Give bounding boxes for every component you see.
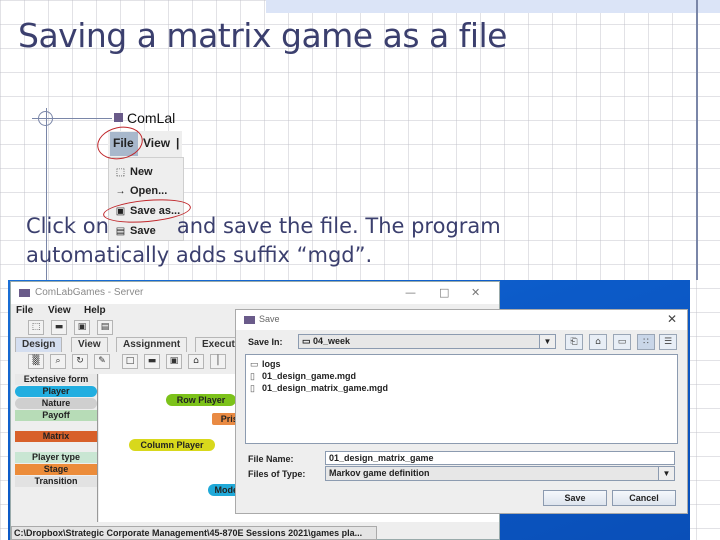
cancel-button[interactable]: Cancel	[612, 490, 676, 506]
details-view-icon[interactable]: ☰	[659, 334, 677, 350]
folder-icon: ▭	[302, 336, 314, 346]
close-button[interactable]: ✕	[471, 286, 480, 299]
status-bar-path: C:\Dropbox\Strategic Corporate Managemen…	[11, 526, 377, 540]
save-in-label: Save In:	[248, 337, 283, 347]
tab-design[interactable]: Design	[15, 337, 63, 352]
file-type-value: Markov game definition	[329, 468, 430, 478]
chevron-down-icon[interactable]: ▼	[539, 335, 555, 348]
save-icon[interactable]: ▤	[97, 320, 113, 335]
home-icon[interactable]: ⌂	[589, 334, 607, 350]
app-icon	[19, 289, 30, 297]
main-toolbar: ⬚ ▬ ▣ ▤	[11, 320, 131, 337]
list-view-icon[interactable]: ∷	[637, 334, 655, 350]
new-file-icon: ⬚	[115, 167, 126, 178]
chevron-down-icon[interactable]: ▼	[658, 467, 674, 480]
link-icon[interactable]: ▬	[144, 354, 160, 369]
slide-decoration-circle	[38, 111, 53, 126]
menu-item-label: New	[130, 166, 153, 178]
main-window-titlebar[interactable]: ComLabGames - Server — □ ✕	[11, 282, 499, 304]
menu-more[interactable]: |	[176, 136, 179, 150]
tab-assignment[interactable]: Assignment	[116, 337, 188, 352]
file-name-input[interactable]: 01_design_matrix_game	[325, 451, 675, 465]
menu-view[interactable]: View	[143, 136, 170, 150]
menu-view[interactable]: View	[48, 305, 71, 316]
slide-divider-line	[696, 0, 698, 280]
zoom-icon[interactable]: ⌕	[50, 354, 66, 369]
file-icon: ▯	[250, 371, 255, 381]
file-list-item[interactable]: ▭ logs	[250, 359, 281, 370]
body-text-part: automatically adds suffix “mgd”.	[26, 243, 373, 267]
body-text-part: and save the file. The program	[176, 214, 501, 238]
palette-transition[interactable]: Transition	[15, 476, 97, 487]
save-as-icon[interactable]: ▣	[74, 320, 90, 335]
app-icon	[114, 113, 123, 122]
maximize-button[interactable]: □	[439, 286, 449, 299]
redo-icon[interactable]: ↻	[72, 354, 88, 369]
tab-view[interactable]: View	[71, 337, 108, 352]
file-list[interactable]: ▭ logs ▯ 01_design_game.mgd ▯ 01_design_mat…	[245, 354, 678, 444]
slide-title: Saving a matrix game as a file	[18, 16, 507, 55]
palette-matrix[interactable]: Matrix	[15, 431, 97, 442]
menu-file[interactable]: File	[16, 305, 33, 316]
folder-icon: ▭	[250, 359, 259, 369]
file-name-label: File Name:	[248, 454, 294, 464]
app-icon	[244, 316, 255, 324]
new-file-icon[interactable]: ⬚	[28, 320, 44, 335]
more-icon[interactable]: │	[210, 354, 226, 369]
file-name: 01_design_game.mgd	[262, 371, 357, 381]
save-in-combo[interactable]: ▭ 04_week ▼	[298, 334, 556, 349]
palette-player-type[interactable]: Player type	[15, 452, 97, 463]
body-text-part: Click on	[26, 214, 109, 238]
slide-header-band	[266, 0, 720, 13]
print-icon[interactable]: ⌂	[188, 354, 204, 369]
file-type-select[interactable]: Markov game definition ▼	[325, 466, 675, 481]
menu-item-new[interactable]: ⬚ New	[115, 166, 153, 178]
snippet-app-title: ComLal	[114, 110, 175, 126]
file-icon: ▯	[250, 383, 255, 393]
menu-help[interactable]: Help	[84, 305, 106, 316]
new-folder-icon[interactable]: ▭	[613, 334, 631, 350]
dialog-title: Save	[259, 314, 280, 324]
node-column-player[interactable]: Column Player	[129, 439, 215, 451]
element-palette: Extensive form Player Nature Payoff Matr…	[14, 374, 98, 522]
window-title: ComLabGames - Server	[35, 287, 144, 298]
edit-icon[interactable]: ✎	[94, 354, 110, 369]
palette-payoff[interactable]: Payoff	[15, 410, 97, 421]
grid-icon[interactable]: ▣	[166, 354, 182, 369]
palette-nature[interactable]: Nature	[15, 398, 97, 409]
snippet-app-title-text: ComLal	[127, 110, 176, 126]
file-name: logs	[262, 359, 281, 369]
close-icon[interactable]: ✕	[667, 312, 677, 326]
file-list-item[interactable]: ▯ 01_design_matrix_game.mgd	[250, 383, 388, 394]
save-dialog: Save ✕ Save In: ▭ 04_week ▼ ⎗ ⌂ ▭ ∷ ☰ ▭ l…	[235, 309, 688, 514]
file-list-item[interactable]: ▯ 01_design_game.mgd	[250, 371, 356, 382]
menu-item-label: Open...	[130, 185, 168, 197]
palette-player[interactable]: Player	[15, 386, 97, 397]
design-toolbar: ▒ ⌕ ↻ ✎ □ ▬ ▣ ⌂ │	[14, 354, 244, 372]
open-icon: →	[115, 186, 126, 197]
menu-item-open[interactable]: → Open...	[115, 185, 168, 197]
save-dialog-titlebar[interactable]: Save ✕	[236, 310, 687, 330]
node-row-player[interactable]: Row Player	[166, 394, 236, 406]
file-type-label: Files of Type:	[248, 469, 306, 479]
open-icon[interactable]: ▬	[51, 320, 67, 335]
palette-stage[interactable]: Stage	[15, 464, 97, 475]
file-name: 01_design_matrix_game.mgd	[262, 383, 389, 393]
save-in-value: 04_week	[313, 336, 351, 346]
palette-extensive-form[interactable]: Extensive form	[15, 374, 97, 385]
delete-icon[interactable]: ▒	[28, 354, 44, 369]
up-folder-icon[interactable]: ⎗	[565, 334, 583, 350]
save-button[interactable]: Save	[543, 490, 607, 506]
minimize-button[interactable]: —	[405, 286, 416, 299]
slide-body-text: Click on and save the file. The program a…	[26, 212, 546, 270]
copy-icon[interactable]: □	[122, 354, 138, 369]
